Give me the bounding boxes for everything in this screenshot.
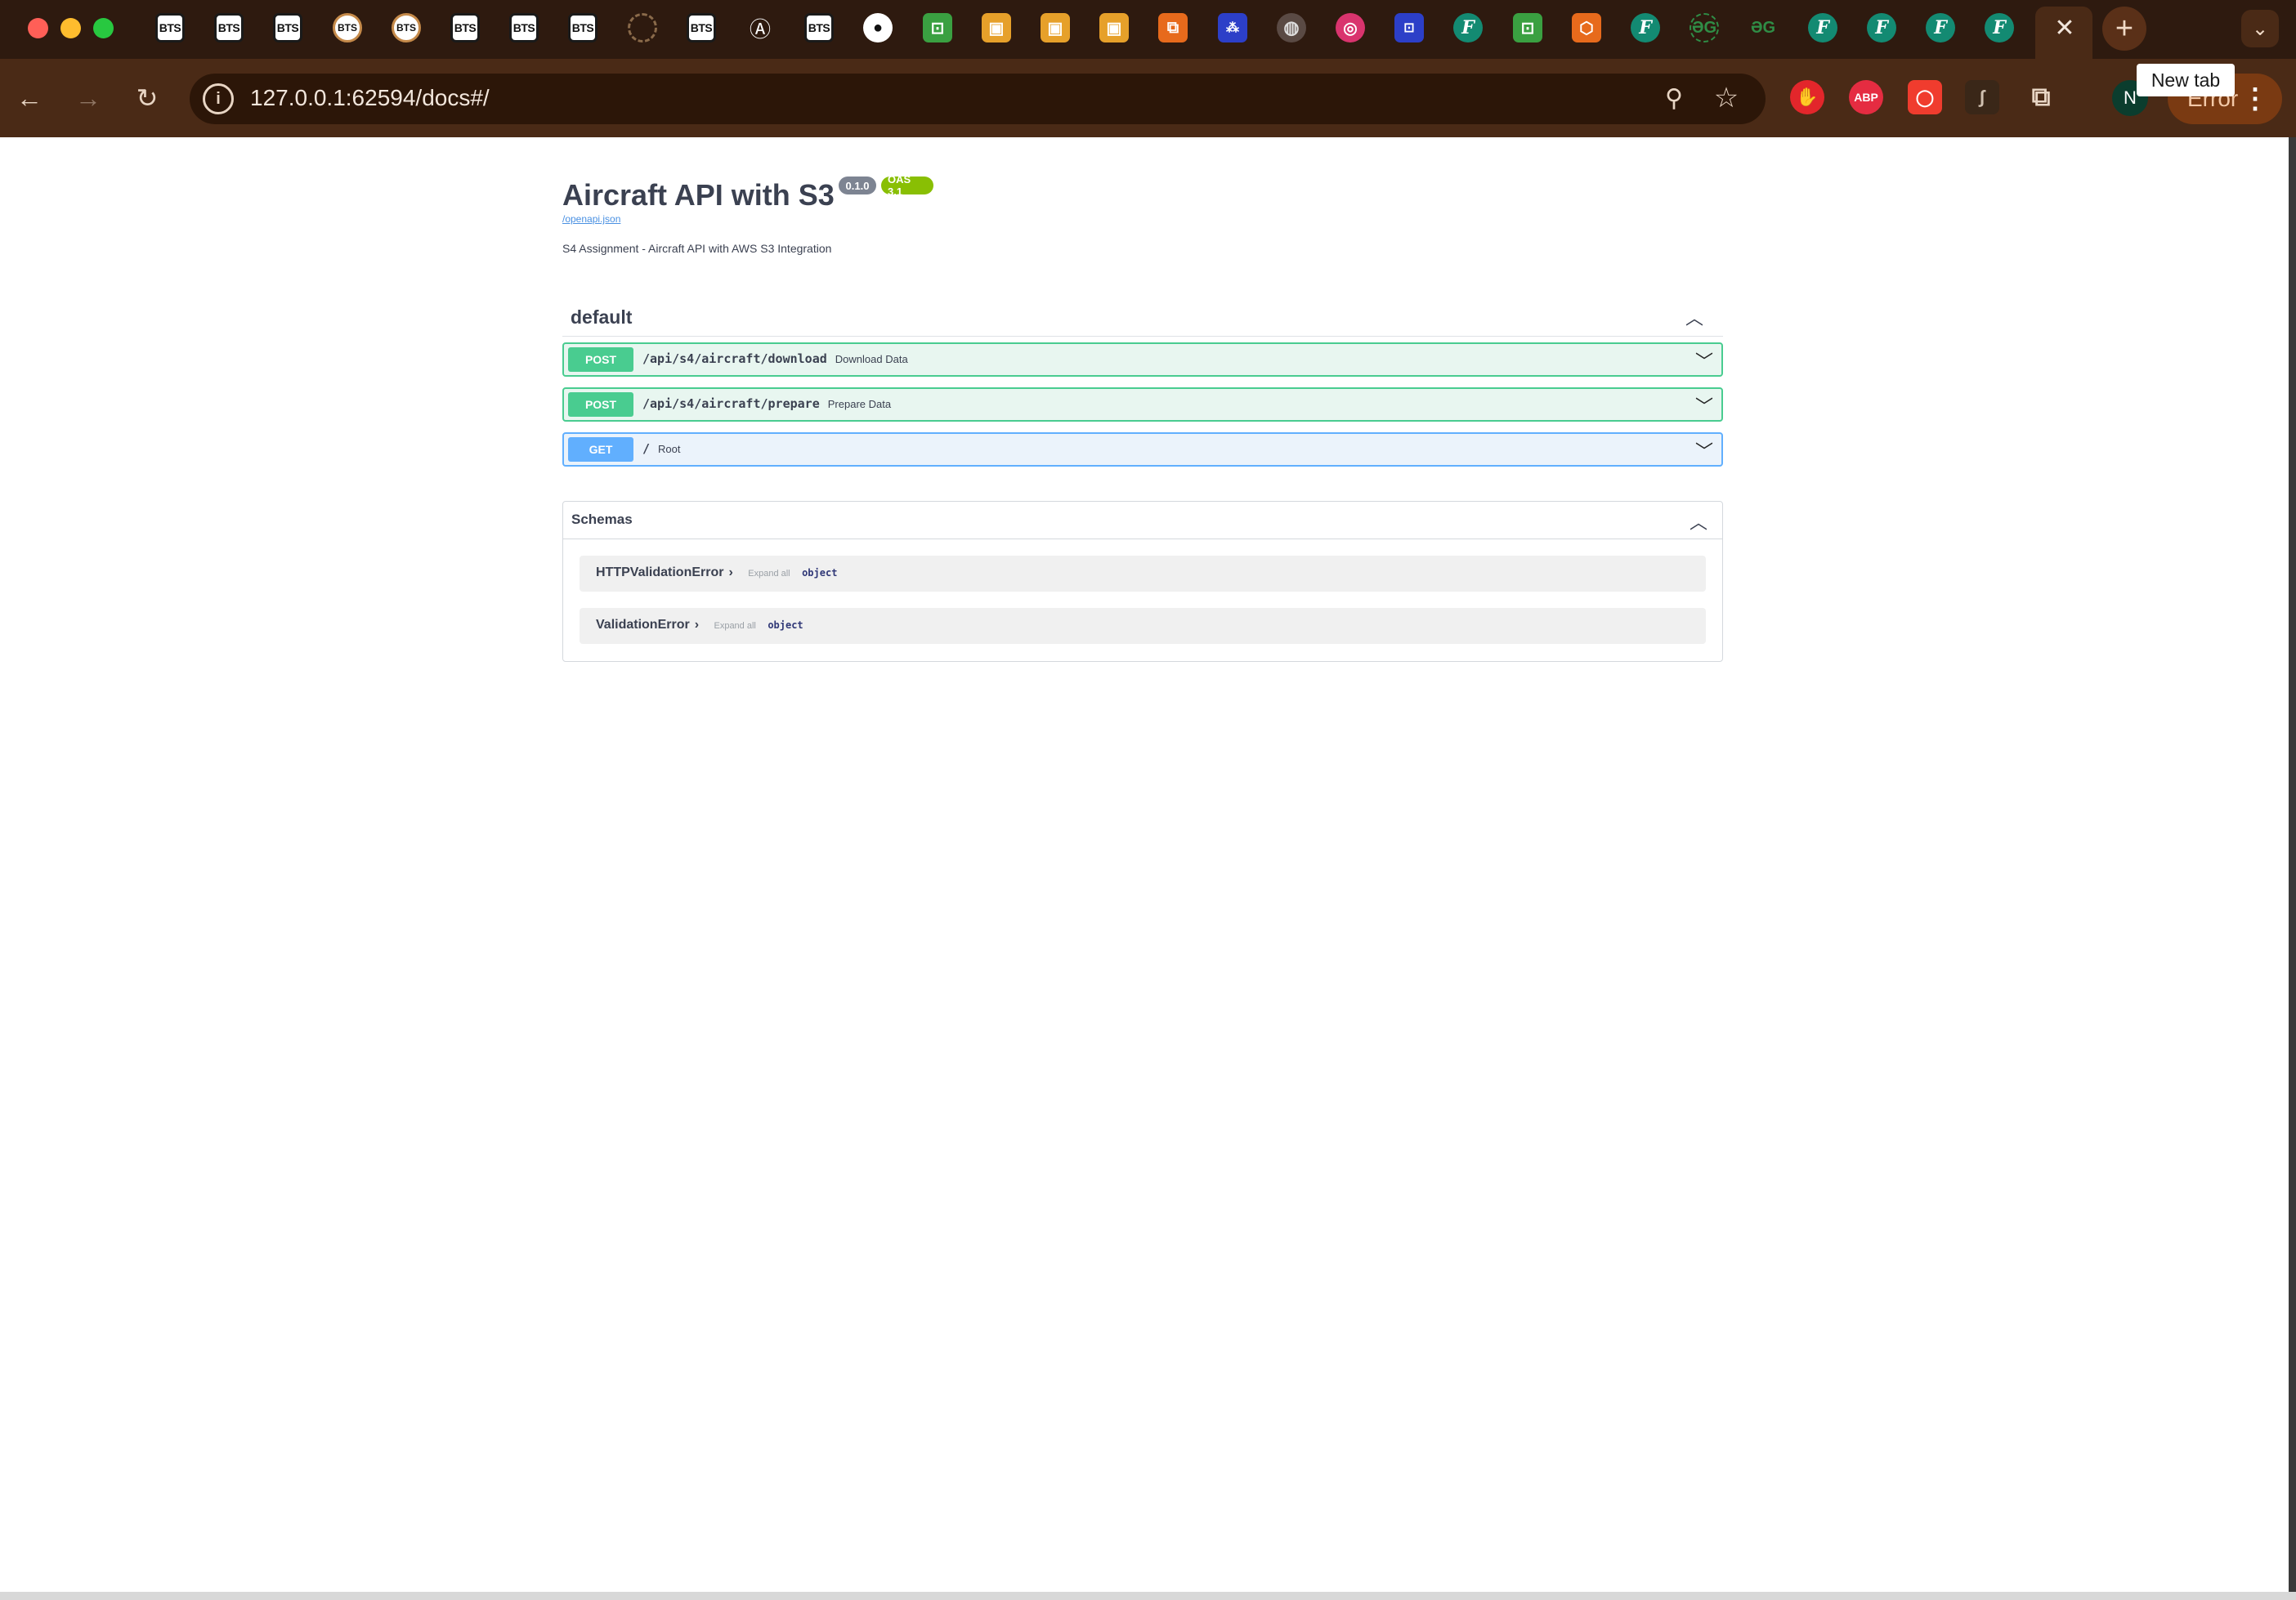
schemas-section: Schemas ︿ HTTPValidationError › Expand al…: [562, 501, 1723, 662]
operation-post-prepare[interactable]: POST /api/s4/aircraft/prepare Prepare Dat…: [562, 387, 1723, 422]
chevron-up-icon[interactable]: ︿: [1685, 304, 1703, 330]
box-icon[interactable]: ▣: [1099, 13, 1129, 42]
expand-all-link[interactable]: Expand all: [714, 621, 755, 631]
tag-section-default[interactable]: default ︿: [562, 299, 1723, 337]
box-icon[interactable]: ▣: [982, 13, 1011, 42]
zoom-icon[interactable]: ⚲: [1654, 78, 1694, 118]
bts-icon[interactable]: BTS: [273, 13, 302, 42]
method-badge: POST: [568, 347, 633, 372]
schemas-header[interactable]: Schemas ︿: [563, 502, 1722, 539]
chevron-up-icon[interactable]: ︿: [1690, 508, 1707, 534]
window-bottom-edge: [0, 1592, 2296, 1600]
green-app-icon[interactable]: ⊡: [923, 13, 952, 42]
github-icon[interactable]: ●: [863, 13, 893, 42]
operation-post-download[interactable]: POST /api/s4/aircraft/download Download D…: [562, 342, 1723, 377]
chevron-right-icon[interactable]: ›: [728, 565, 732, 579]
reload-icon[interactable]: ↻: [128, 78, 167, 118]
bts-icon[interactable]: BTS: [155, 13, 185, 42]
window-edge: [2289, 137, 2296, 1600]
f-logo-icon[interactable]: F: [1985, 13, 2014, 42]
bts-icon[interactable]: BTS: [214, 13, 244, 42]
model-type: object: [802, 567, 838, 579]
model-name[interactable]: ValidationError: [596, 618, 690, 632]
method-badge: GET: [568, 437, 633, 462]
chevron-down-icon[interactable]: ﹀: [1695, 437, 1713, 463]
url-text[interactable]: 127.0.0.1:62594/docs#/: [250, 85, 490, 111]
close-window-button[interactable]: [28, 18, 48, 38]
tab-search-button[interactable]: ⌄: [2241, 10, 2279, 47]
minimize-window-button[interactable]: [60, 18, 81, 38]
box-icon[interactable]: ▣: [1041, 13, 1070, 42]
tab-close-icon[interactable]: ✕: [2050, 13, 2079, 42]
operation-path: /api/s4/aircraft/download: [642, 351, 827, 366]
adblock-plus-extension-icon[interactable]: ABP: [1849, 80, 1883, 114]
s-extension-icon[interactable]: ∫: [1965, 80, 1999, 114]
model-name[interactable]: HTTPValidationError: [596, 565, 723, 579]
f-logo-icon[interactable]: F: [1867, 13, 1896, 42]
f-logo-icon[interactable]: F: [1808, 13, 1837, 42]
new-tab-button[interactable]: +: [2102, 7, 2146, 51]
chevron-down-icon[interactable]: ﹀: [1695, 392, 1713, 418]
tab-strip: BTS BTS BTS BTS BTS BTS BTS BTS BTS Ⓐ BTS ● ⊡ ▣ ▣ ▣ ⧉ ⁂ ◍ ◎…: [0, 0, 2296, 59]
new-tab-tooltip: New tab: [2137, 64, 2235, 96]
f-logo-icon[interactable]: F: [1453, 13, 1483, 42]
schema-model-validationerror[interactable]: ValidationError › Expand all object: [580, 608, 1706, 644]
bookmark-star-icon[interactable]: ☆: [1707, 78, 1746, 118]
a-logo-icon[interactable]: Ⓐ: [745, 13, 775, 42]
operation-summary: Prepare Data: [827, 398, 892, 410]
maximize-window-button[interactable]: [93, 18, 114, 38]
bts-round-icon[interactable]: BTS: [392, 13, 421, 42]
globe-icon[interactable]: ◍: [1277, 13, 1306, 42]
operation-path: /: [642, 441, 651, 456]
bts-icon[interactable]: BTS: [568, 13, 597, 42]
orange-app-icon[interactable]: ⧉: [1158, 13, 1188, 42]
tag-name: default: [571, 306, 633, 328]
chevron-down-icon[interactable]: ﹀: [1695, 347, 1713, 373]
model-type: object: [768, 619, 803, 631]
chevron-right-icon[interactable]: ›: [695, 618, 699, 632]
forward-arrow-icon[interactable]: →: [69, 78, 108, 118]
pink-app-icon[interactable]: ◎: [1336, 13, 1365, 42]
f-logo-icon[interactable]: F: [1631, 13, 1660, 42]
orange-box-icon[interactable]: ⬡: [1572, 13, 1601, 42]
loading-spinner-icon[interactable]: [628, 13, 657, 42]
browser-menu-icon[interactable]: ⋮: [2241, 78, 2269, 119]
geeksforgeeks-icon[interactable]: ƏG: [1748, 13, 1778, 42]
operation-get-root[interactable]: GET / Root ﹀: [562, 432, 1723, 467]
api-description: S4 Assignment - Aircraft API with AWS S3…: [562, 242, 832, 255]
site-info-icon[interactable]: i: [203, 83, 234, 114]
green-app-icon[interactable]: ⊡: [1513, 13, 1542, 42]
oas-badge: OAS 3.1: [881, 173, 933, 198]
blue-app-icon[interactable]: ⊡: [1394, 13, 1424, 42]
bts-icon[interactable]: BTS: [509, 13, 539, 42]
method-badge: POST: [568, 392, 633, 417]
bts-icon[interactable]: BTS: [687, 13, 716, 42]
record-extension-icon[interactable]: ◯: [1908, 80, 1942, 114]
blue-app-icon[interactable]: ⁂: [1218, 13, 1247, 42]
operation-summary: Download Data: [835, 353, 908, 365]
geeksforgeeks-icon[interactable]: ƏG: [1690, 13, 1719, 42]
schema-model-httpvalidationerror[interactable]: HTTPValidationError › Expand all object: [580, 556, 1706, 592]
version-badge: 0.1.0: [839, 177, 876, 194]
f-logo-icon[interactable]: F: [1926, 13, 1955, 42]
api-title: Aircraft API with S3: [562, 178, 835, 212]
bts-icon[interactable]: BTS: [804, 13, 834, 42]
extensions-puzzle-icon[interactable]: ⧉: [2024, 80, 2058, 114]
expand-all-link[interactable]: Expand all: [748, 569, 790, 579]
back-arrow-icon[interactable]: ←: [10, 78, 49, 118]
bts-round-icon[interactable]: BTS: [333, 13, 362, 42]
stop-hand-extension-icon[interactable]: ✋: [1790, 80, 1824, 114]
bts-icon[interactable]: BTS: [450, 13, 480, 42]
schemas-title: Schemas: [571, 512, 633, 527]
operation-path: /api/s4/aircraft/prepare: [642, 396, 820, 411]
openapi-json-link[interactable]: /openapi.json: [562, 213, 620, 225]
operation-summary: Root: [658, 443, 681, 455]
